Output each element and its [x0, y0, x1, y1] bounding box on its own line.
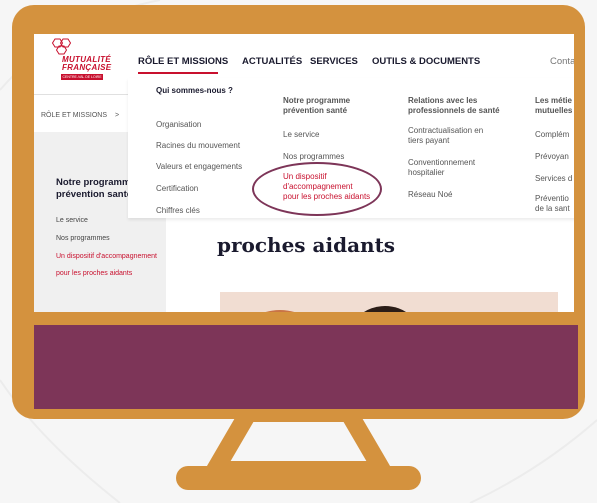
- menu-column-heading-relations-line2[interactable]: professionnels de santé: [408, 106, 500, 116]
- menu-column-heading-prevention-line1[interactable]: Notre programme: [283, 96, 350, 106]
- menu-item-conventionnement-line1[interactable]: Conventionnement: [408, 158, 475, 168]
- brand-logo[interactable]: MUTUALITÉ FRANÇAISE CENTRE-VAL DE LOIRE: [44, 38, 111, 84]
- menu-item-organisation[interactable]: Organisation: [156, 120, 201, 130]
- sidebar-link-nos-programmes[interactable]: Nos programmes: [56, 235, 110, 242]
- menu-item-prevention-line1[interactable]: Préventio: [535, 194, 569, 204]
- menu-item-complementaire[interactable]: Complém: [535, 130, 569, 140]
- breadcrumb: RÔLE ET MISSIONS >: [41, 112, 119, 119]
- hero-image: [220, 292, 558, 312]
- menu-item-conventionnement-line2[interactable]: hospitalier: [408, 168, 444, 178]
- menu-column-qui-sommes-nous: Qui sommes-nous ?: [156, 86, 233, 96]
- nav-item-actualites[interactable]: ACTUALITÉS: [242, 56, 302, 67]
- chevron-right-icon: >: [114, 112, 120, 119]
- highlight-ellipse: [252, 162, 382, 216]
- menu-column-heading-metiers-line1[interactable]: Les métie: [535, 96, 572, 106]
- menu-item-prevention-line2[interactable]: de la sant: [535, 204, 570, 214]
- person-photo-right: [350, 306, 420, 312]
- nav-item-role-missions[interactable]: RÔLE ET MISSIONS: [138, 56, 228, 67]
- nav-active-indicator: [138, 72, 218, 74]
- menu-item-contractualisation-line2[interactable]: tiers payant: [408, 136, 449, 146]
- breadcrumb-item[interactable]: RÔLE ET MISSIONS: [41, 112, 107, 119]
- menu-item-chiffres-cles[interactable]: Chiffres clés: [156, 206, 200, 216]
- menu-item-racines[interactable]: Racines du mouvement: [156, 141, 240, 151]
- sidebar-link-dispositif-line2[interactable]: pour les proches aidants: [56, 270, 132, 277]
- nav-item-services[interactable]: SERVICES: [310, 56, 358, 67]
- menu-column-heading[interactable]: Qui sommes-nous ?: [156, 86, 233, 96]
- sidebar-link-dispositif-line1[interactable]: Un dispositif d'accompagnement: [56, 253, 157, 260]
- menu-item-prevoyance[interactable]: Prévoyan: [535, 152, 569, 162]
- sidebar-link-le-service[interactable]: Le service: [56, 217, 88, 224]
- menu-item-certification[interactable]: Certification: [156, 184, 198, 194]
- purple-panel: [34, 325, 578, 409]
- menu-item-valeurs[interactable]: Valeurs et engagements: [156, 162, 242, 172]
- menu-item-reseau-noe[interactable]: Réseau Noé: [408, 190, 452, 200]
- menu-item-le-service[interactable]: Le service: [283, 130, 319, 140]
- brand-name-line2: FRANÇAISE: [62, 63, 112, 72]
- menu-column-heading-relations-line1[interactable]: Relations avec les: [408, 96, 477, 106]
- menu-item-services[interactable]: Services d: [535, 174, 572, 184]
- website-screen: MUTUALITÉ FRANÇAISE CENTRE-VAL DE LOIRE …: [34, 34, 574, 312]
- menu-column-heading-prevention-line2[interactable]: prévention santé: [283, 106, 347, 116]
- page-title: proches aidants: [217, 233, 396, 257]
- brand-region-strip: CENTRE-VAL DE LOIRE: [61, 74, 103, 80]
- nav-item-outils-documents[interactable]: OUTILS & DOCUMENTS: [372, 56, 480, 67]
- menu-item-nos-programmes[interactable]: Nos programmes: [283, 152, 344, 162]
- person-photo-left: [240, 310, 320, 312]
- menu-item-contractualisation-line1[interactable]: Contractualisation en: [408, 126, 483, 136]
- nav-item-contact[interactable]: Conta: [550, 56, 574, 67]
- menu-column-heading-metiers-line2[interactable]: mutuelles: [535, 106, 572, 116]
